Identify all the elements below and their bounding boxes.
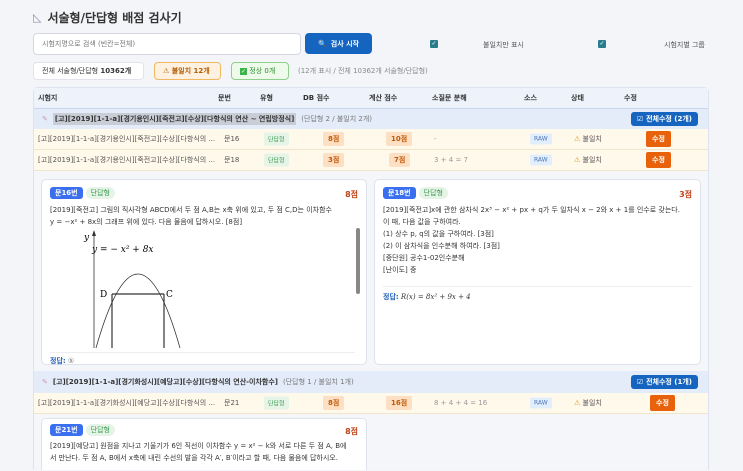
pencil-icon: ✎ xyxy=(42,378,48,386)
status-badge: ⚠ 불일치 xyxy=(574,135,602,143)
total-stat: 전체 서술형/단답형 10362개 xyxy=(33,62,144,80)
check-icon: ☑ xyxy=(636,115,644,123)
pencil-icon: ✎ xyxy=(42,115,48,123)
group-header[interactable]: ✎ [고][2019][1-1-a][경기화성시][예당고][수상][다항식의 … xyxy=(34,371,708,393)
table-header: 시험지 문번 유형 DB 점수 계산 점수 소질문 분해 소스 상태 수정 xyxy=(34,88,708,109)
summary-text: (12개 표시 / 전체 10362개 서술형/단답형) xyxy=(298,67,428,75)
svg-text:D: D xyxy=(100,290,107,300)
table-row[interactable]: [고][2019][1-1-a][경기화성시][예당고][수상][다항식의 ..… xyxy=(34,393,708,414)
parabola-graph: y y = − x² + 8x D C xyxy=(83,230,181,348)
warning-icon: ⚠ xyxy=(574,135,583,143)
fix-all-button[interactable]: ☑ 전체수정 (2개) xyxy=(630,112,698,126)
results-table: 시험지 문번 유형 DB 점수 계산 점수 소질문 분해 소스 상태 수정 ✎ [고][2019… xyxy=(33,87,709,470)
fix-button[interactable]: 수정 xyxy=(650,395,675,411)
mismatch-stat[interactable]: ⚠ 불일치 12개 xyxy=(154,62,221,80)
mismatch-only-checkbox[interactable]: ✓ xyxy=(430,40,438,48)
search-icon: 🔍 xyxy=(318,39,327,48)
warning-icon: ⚠ xyxy=(574,399,583,407)
check-icon: ☑ xyxy=(636,378,644,386)
status-badge: ⚠ 불일치 xyxy=(574,156,602,164)
mismatch-only-label: 불일치만 표시 xyxy=(483,41,524,49)
svg-text:y = − x² + 8x: y = − x² + 8x xyxy=(91,245,154,255)
group-by-paper-label: 시험지별 그룹 xyxy=(664,41,705,49)
question-card: 문18번 단답형 3점 [2019][죽전고]x에 관한 삼차식 2x³ − x² … xyxy=(374,179,701,365)
start-search-button[interactable]: 🔍 검사 시작 xyxy=(305,33,372,54)
svg-text:C: C xyxy=(166,290,173,300)
fix-all-button[interactable]: ☑ 전체수정 (1개) xyxy=(630,375,698,389)
normal-stat[interactable]: ✓ 정상 0개 xyxy=(231,62,289,80)
table-row[interactable]: [고][2019][1-1-a][경기용인시][죽전고][수상][다항식의 ..… xyxy=(34,150,708,171)
check-icon: ✓ xyxy=(240,67,248,75)
ruler-icon: ◺ xyxy=(33,11,42,24)
scrollbar[interactable] xyxy=(356,218,360,330)
svg-text:y: y xyxy=(83,233,90,243)
page-title: ◺ 서술형/단답형 배점 검사기 xyxy=(33,11,182,25)
question-card: 문21번 단답형 8점 [2019][예당고] 원점을 지나고 기울기가 6인 직선… xyxy=(41,418,367,470)
group-by-paper-checkbox[interactable]: ✓ xyxy=(598,40,606,48)
status-badge: ⚠ 불일치 xyxy=(574,399,602,407)
warning-icon: ⚠ xyxy=(574,156,583,164)
table-row[interactable]: [고][2019][1-1-a][경기용인시][죽전고][수상][다항식의 ..… xyxy=(34,129,708,150)
fix-button[interactable]: 수정 xyxy=(646,131,671,147)
search-input[interactable] xyxy=(33,33,301,55)
group-header[interactable]: ✎ [고][2019][1-1-a][경기용인시][죽전고][수상][다항식의 … xyxy=(34,109,708,129)
detail-panel: 문21번 단답형 8점 [2019][예당고] 원점을 지나고 기울기가 6인 직선… xyxy=(34,414,708,470)
warning-icon: ⚠ xyxy=(163,67,172,75)
fix-button[interactable]: 수정 xyxy=(646,152,671,168)
detail-panel: 문16번 단답형 8점 [2019][죽전고] 그림의 직사각형 ABCD에서 두 … xyxy=(34,171,708,371)
question-card: 문16번 단답형 8점 [2019][죽전고] 그림의 직사각형 ABCD에서 두 … xyxy=(41,179,367,365)
